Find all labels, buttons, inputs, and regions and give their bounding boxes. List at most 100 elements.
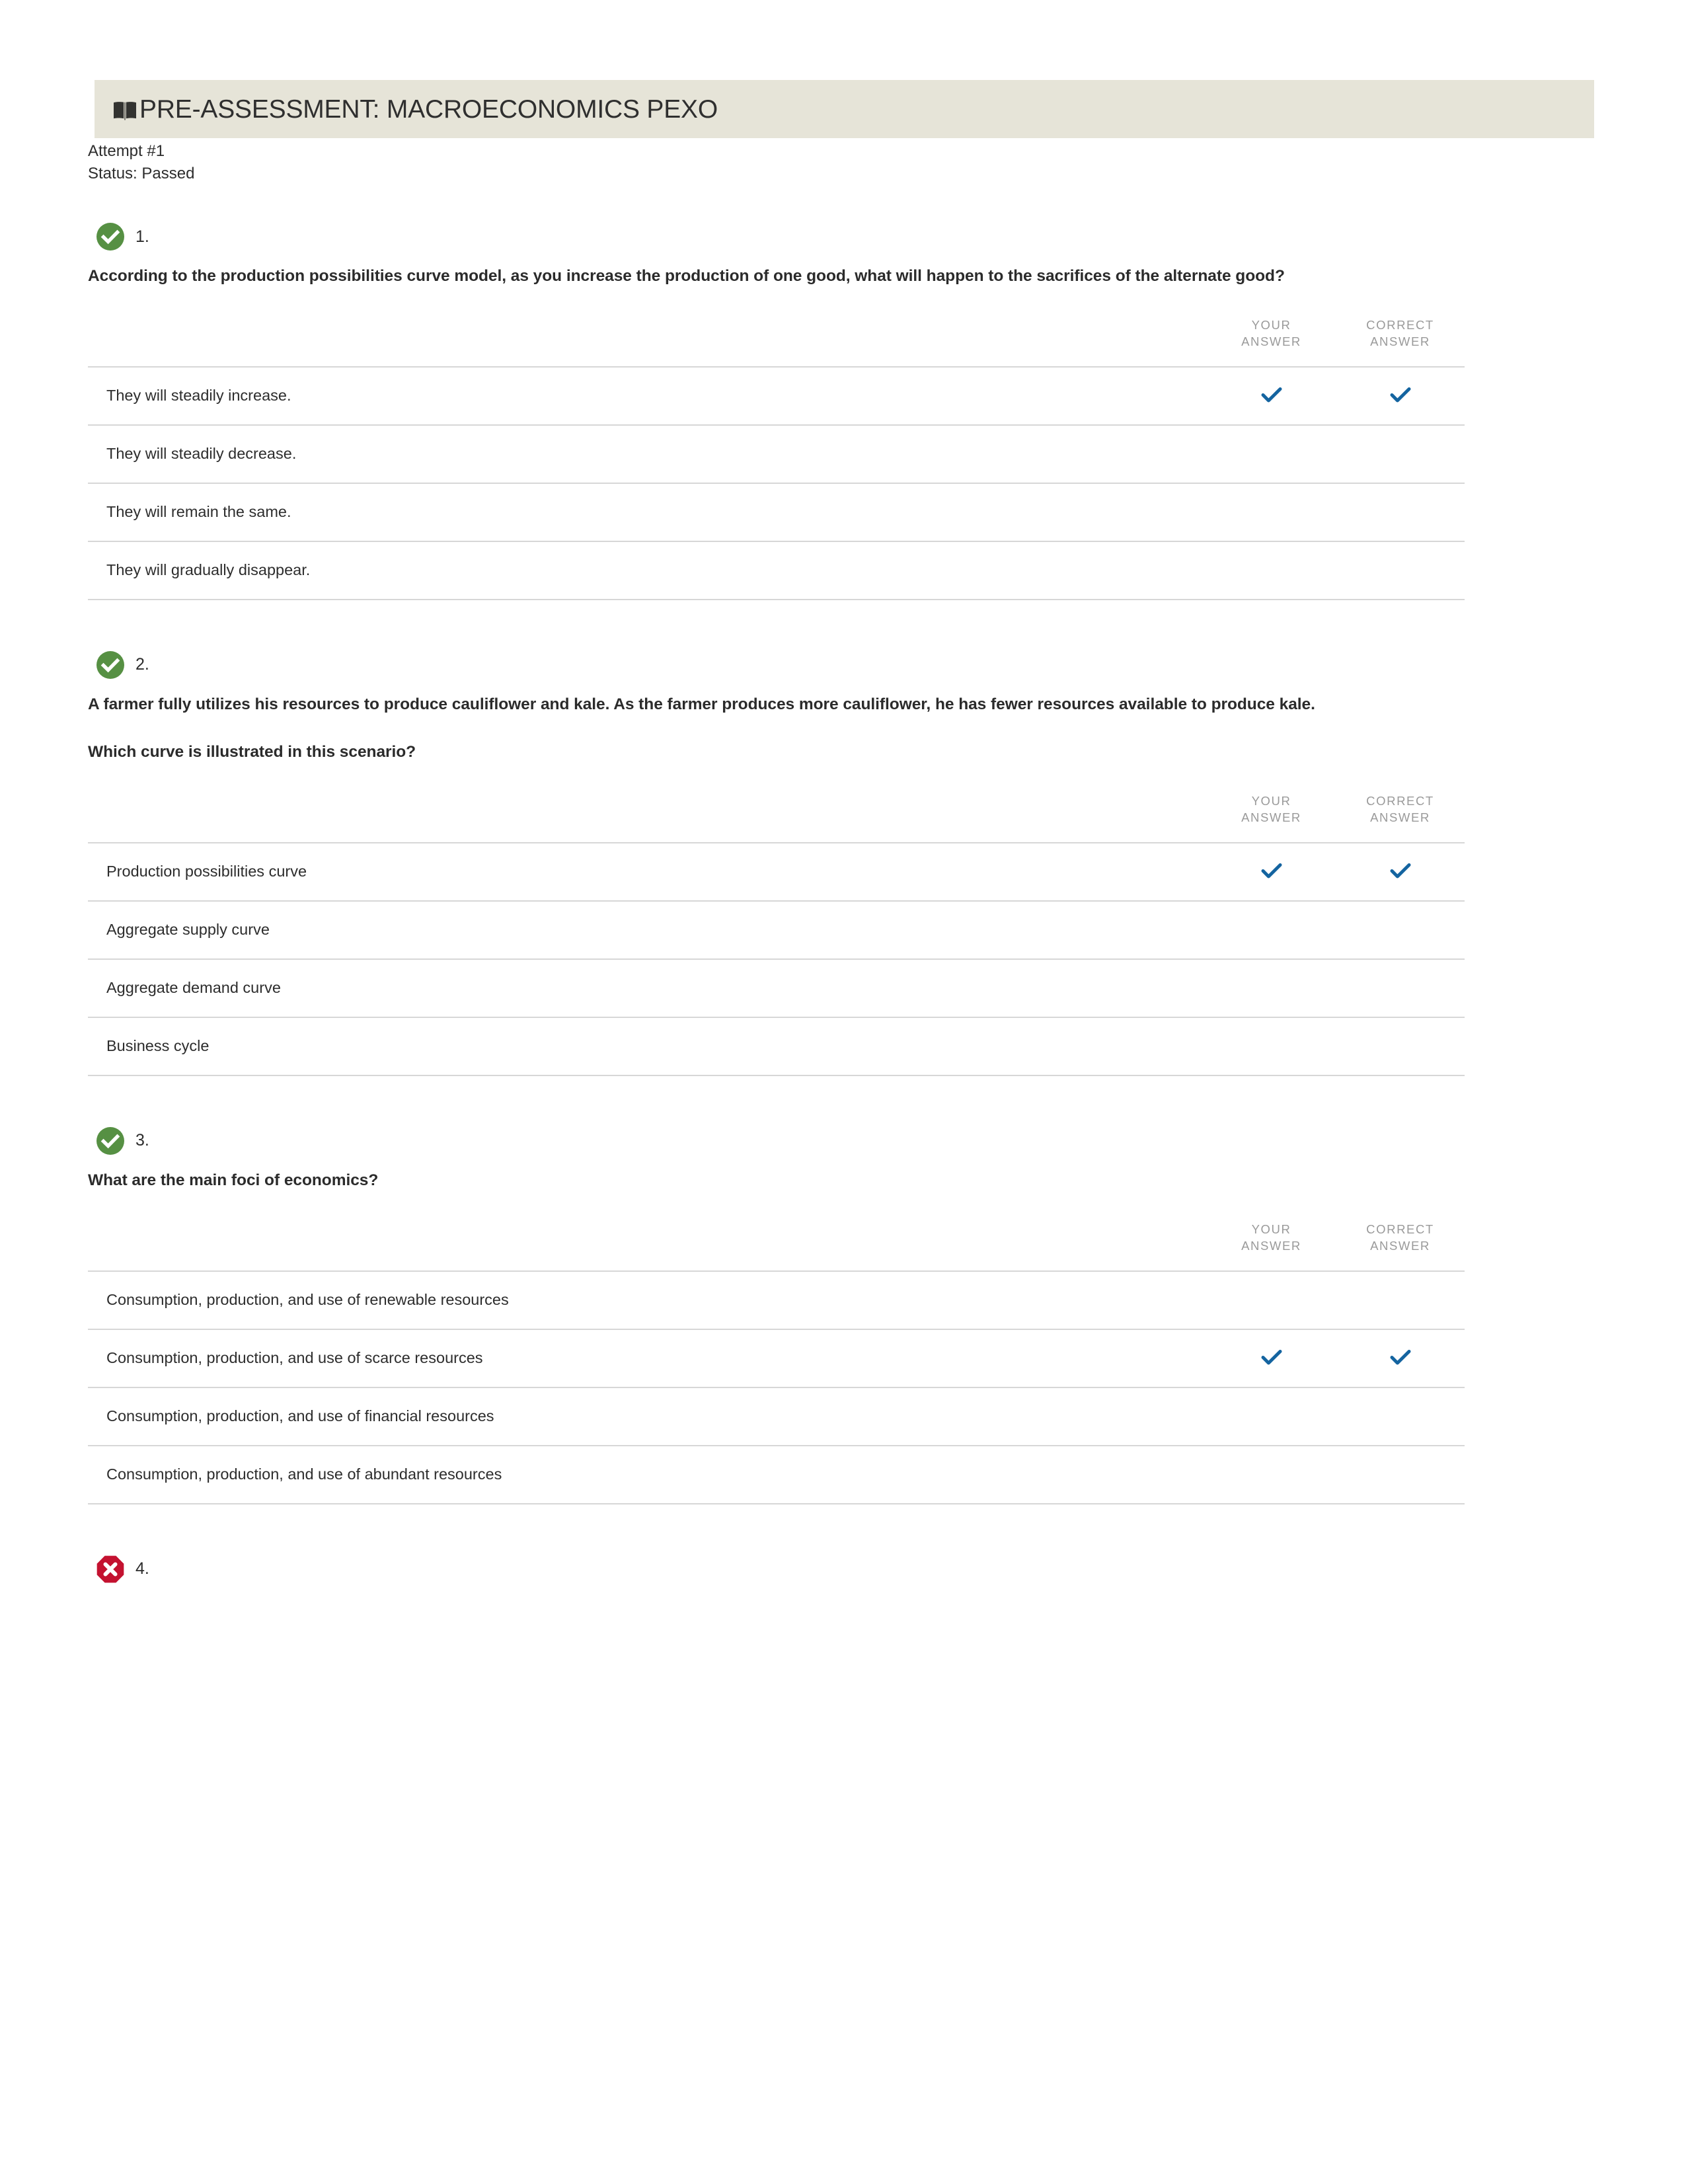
question-header: 4. <box>88 1551 1465 1588</box>
answer-option-text: Consumption, production, and use of scar… <box>88 1328 1207 1388</box>
answer-option-row: Consumption, production, and use of fina… <box>88 1386 1465 1446</box>
answer-option-text: Business cycle <box>88 1016 1207 1076</box>
correct-answer-cell <box>1336 1328 1465 1388</box>
answer-option-text: They will gradually disappear. <box>88 540 1207 600</box>
correct-answer-check-icon <box>1389 383 1412 405</box>
your-answer-header-line2: ANSWER <box>1241 810 1301 824</box>
attempt-status: Status: Passed <box>88 165 195 183</box>
answer-option-row: Consumption, production, and use of abun… <box>88 1444 1465 1504</box>
your-answer-column-header: YOUR ANSWER <box>1207 793 1336 843</box>
answer-option-row: Consumption, production, and use of scar… <box>88 1328 1465 1388</box>
correct-answer-header-line2: ANSWER <box>1370 1238 1430 1253</box>
your-answer-column-header: YOUR ANSWER <box>1207 317 1336 367</box>
correct-answer-header-line1: CORRECT <box>1366 318 1434 332</box>
answer-option-row: Aggregate demand curve <box>88 958 1465 1018</box>
question-prompt: A farmer fully utilizes his resources to… <box>88 695 1315 713</box>
your-answer-cell <box>1207 1444 1336 1504</box>
correct-answer-check-icon <box>1389 859 1412 881</box>
correct-answer-cell <box>1336 1270 1465 1330</box>
question-header: 3. <box>88 1122 1465 1159</box>
answer-option-row: Aggregate supply curve <box>88 900 1465 960</box>
question-block: 1. According to the production possibilit… <box>88 218 1465 600</box>
your-answer-check-icon <box>1260 383 1283 405</box>
correct-answer-cell <box>1336 540 1465 600</box>
question-spacer <box>88 1076 1465 1122</box>
correct-answer-cell <box>1336 1444 1465 1504</box>
question-number: 1. <box>135 227 149 246</box>
question-spacer <box>88 600 1465 646</box>
correct-answer-cell <box>1336 482 1465 542</box>
correct-answer-check-icon <box>1389 1345 1412 1368</box>
correct-answer-cell <box>1336 900 1465 960</box>
check-circle-icon <box>96 222 125 251</box>
correct-answer-cell <box>1336 424 1465 484</box>
question-block: 4. <box>88 1551 1465 1588</box>
question-header: 1. <box>88 218 1465 255</box>
question-number: 2. <box>135 655 149 674</box>
answer-option-text: Consumption, production, and use of rene… <box>88 1270 1207 1330</box>
question-header: 2. <box>88 646 1465 683</box>
answer-option-row: Consumption, production, and use of rene… <box>88 1270 1465 1330</box>
correct-answer-column-header: CORRECT ANSWER <box>1336 1222 1465 1271</box>
your-answer-cell <box>1207 482 1336 542</box>
answer-option-text: They will steadily decrease. <box>88 424 1207 484</box>
correct-answer-cell <box>1336 841 1465 902</box>
attempt-meta: Attempt #1 Status: Passed <box>88 140 194 185</box>
your-answer-header-line1: YOUR <box>1251 793 1291 808</box>
question-prompt-secondary: Which curve is illustrated in this scena… <box>88 742 416 761</box>
check-circle-icon <box>96 1126 125 1155</box>
questions-list: 1. According to the production possibilit… <box>88 218 1465 1597</box>
question-prompt: According to the production possibilitie… <box>88 267 1285 285</box>
correct-answer-column-header: CORRECT ANSWER <box>1336 793 1465 843</box>
question-number: 4. <box>135 1559 149 1579</box>
answer-options-table: YOUR ANSWER CORRECT ANSWER Production possib… <box>88 793 1465 1076</box>
your-answer-cell <box>1207 900 1336 960</box>
correct-answer-header-line2: ANSWER <box>1370 810 1430 824</box>
question-number: 3. <box>135 1131 149 1150</box>
question-spacer <box>88 1504 1465 1551</box>
attempt-number: Attempt #1 <box>88 142 165 160</box>
correct-answer-cell <box>1336 1386 1465 1446</box>
answer-option-row: They will remain the same. <box>88 482 1465 542</box>
assessment-header: PRE-ASSESSMENT: MACROECONOMICS PEXO <box>95 80 1594 138</box>
your-answer-cell <box>1207 1386 1336 1446</box>
answer-options-table: YOUR ANSWER CORRECT ANSWER Consumption, prod… <box>88 1222 1465 1504</box>
question-block: 3. What are the main foci of economics? YO… <box>88 1122 1465 1504</box>
answer-option-text: They will remain the same. <box>88 482 1207 542</box>
check-circle-icon <box>96 650 125 680</box>
your-answer-cell <box>1207 1270 1336 1330</box>
answer-option-text: Consumption, production, and use of fina… <box>88 1386 1207 1446</box>
option-column-header <box>88 793 1207 843</box>
page-title: PRE-ASSESSMENT: MACROECONOMICS PEXO <box>139 95 718 124</box>
correct-answer-header-line2: ANSWER <box>1370 334 1430 348</box>
correct-answer-cell <box>1336 958 1465 1018</box>
correct-answer-header-line1: CORRECT <box>1366 1222 1434 1236</box>
answer-option-row: Business cycle <box>88 1016 1465 1076</box>
correct-answer-column-header: CORRECT ANSWER <box>1336 317 1465 367</box>
your-answer-header-line2: ANSWER <box>1241 334 1301 348</box>
your-answer-cell <box>1207 1328 1336 1388</box>
answer-option-text: They will steadily increase. <box>88 366 1207 426</box>
correct-answer-header-line1: CORRECT <box>1366 793 1434 808</box>
answer-options-table: YOUR ANSWER CORRECT ANSWER They will steadil… <box>88 317 1465 600</box>
your-answer-header-line1: YOUR <box>1251 318 1291 332</box>
x-octagon-icon <box>96 1555 125 1584</box>
your-answer-check-icon <box>1260 1345 1283 1368</box>
correct-answer-cell <box>1336 1016 1465 1076</box>
answer-option-text: Production possibilities curve <box>88 841 1207 902</box>
your-answer-cell <box>1207 958 1336 1018</box>
your-answer-cell <box>1207 540 1336 600</box>
option-column-header <box>88 1222 1207 1271</box>
your-answer-cell <box>1207 366 1336 426</box>
your-answer-header-line1: YOUR <box>1251 1222 1291 1236</box>
your-answer-cell <box>1207 841 1336 902</box>
question-block: 2. A farmer fully utilizes his resources … <box>88 646 1465 1076</box>
answer-option-text: Aggregate supply curve <box>88 900 1207 960</box>
open-book-icon <box>113 100 137 120</box>
your-answer-cell <box>1207 424 1336 484</box>
assessment-results-page: PRE-ASSESSMENT: MACROECONOMICS PEXO Atte… <box>0 0 1688 2184</box>
answer-option-row: They will gradually disappear. <box>88 540 1465 600</box>
your-answer-check-icon <box>1260 859 1283 881</box>
answer-option-row: Production possibilities curve <box>88 841 1465 902</box>
your-answer-header-line2: ANSWER <box>1241 1238 1301 1253</box>
